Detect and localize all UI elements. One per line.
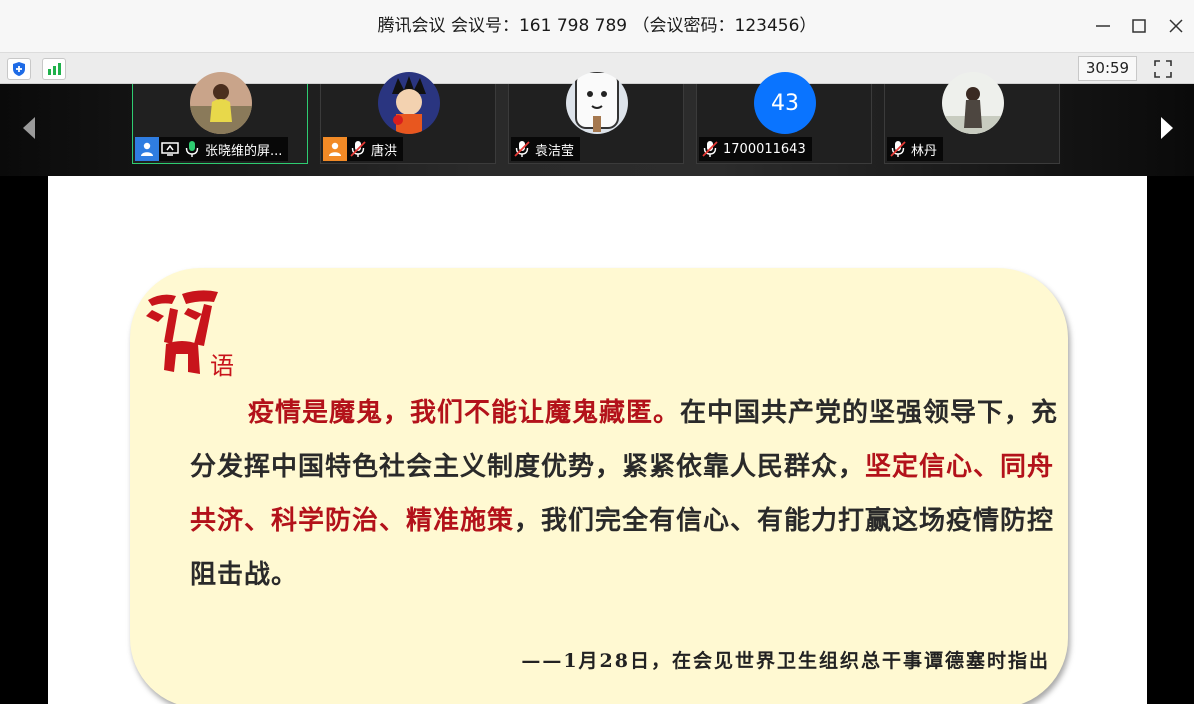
avatar [190, 72, 252, 134]
participant-tile[interactable]: 唐洪 [320, 72, 496, 164]
quote-red-part-1: 疫情是魔鬼，我们不能让魔鬼藏匿。 [248, 398, 681, 428]
avatar [566, 72, 628, 134]
participant-strip: 张晓维的屏... 唐洪 袁洁莹 43 1700011643 林丹 [0, 72, 1194, 176]
microphone-muted-icon [511, 137, 533, 161]
microphone-muted-icon [699, 137, 721, 161]
avatar [378, 72, 440, 134]
cohost-user-icon [323, 137, 347, 161]
avatar: 43 [754, 72, 816, 134]
participant-name: 1700011643 [723, 141, 806, 157]
slide-card: 语 疫情是魔鬼，我们不能让魔鬼藏匿。在中国共产党的坚强领导下，充分发挥中国特色社… [130, 268, 1068, 704]
xi-calligraphy-logo [142, 286, 220, 376]
avatar [942, 72, 1004, 134]
participant-status-bar: 张晓维的屏... [135, 137, 289, 161]
participant-status-bar: 林丹 [887, 137, 944, 161]
participant-status-bar: 1700011643 [699, 137, 812, 161]
title-bar: 腾讯会议 会议号：161 798 789 （会议密码：123456） [0, 0, 1194, 52]
signal-bars-icon[interactable] [42, 58, 66, 80]
participant-status-bar: 唐洪 [323, 137, 404, 161]
participant-name: 张晓维的屏... [205, 143, 283, 159]
participant-name: 林丹 [911, 143, 938, 159]
slide-quote: 疫情是魔鬼，我们不能让魔鬼藏匿。在中国共产党的坚强领导下，充分发挥中国特色社会主… [190, 386, 1060, 602]
microphone-muted-icon [347, 137, 369, 161]
participant-tile[interactable]: 袁洁莹 [508, 72, 684, 164]
minimize-icon[interactable] [1087, 10, 1119, 42]
window-title: 腾讯会议 会议号：161 798 789 （会议密码：123456） [377, 16, 817, 36]
scroll-right-icon[interactable] [1152, 98, 1182, 158]
participant-name: 袁洁莹 [535, 143, 575, 159]
participant-tile[interactable]: 张晓维的屏... [132, 72, 308, 164]
logo-suffix: 语 [210, 352, 234, 380]
participant-status-bar: 袁洁莹 [511, 137, 581, 161]
shield-icon[interactable] [7, 58, 31, 80]
scroll-left-icon[interactable] [14, 98, 44, 158]
meeting-timer: 30:59 [1078, 56, 1137, 81]
quote-source: ——1月28日，在会见世界卫生组织总干事谭德塞时指出 [521, 650, 1050, 672]
shared-screen: 语 疫情是魔鬼，我们不能让魔鬼藏匿。在中国共产党的坚强领导下，充分发挥中国特色社… [48, 176, 1147, 704]
microphone-on-icon [181, 137, 203, 161]
close-icon[interactable] [1160, 10, 1192, 42]
fullscreen-icon[interactable] [1150, 56, 1176, 82]
microphone-muted-icon [887, 137, 909, 161]
participant-name: 唐洪 [371, 143, 398, 159]
screen-share-icon [159, 137, 181, 161]
participant-tile[interactable]: 林丹 [884, 72, 1060, 164]
host-user-icon [135, 137, 159, 161]
maximize-icon[interactable] [1123, 10, 1155, 42]
participant-tile[interactable]: 43 1700011643 [696, 72, 872, 164]
